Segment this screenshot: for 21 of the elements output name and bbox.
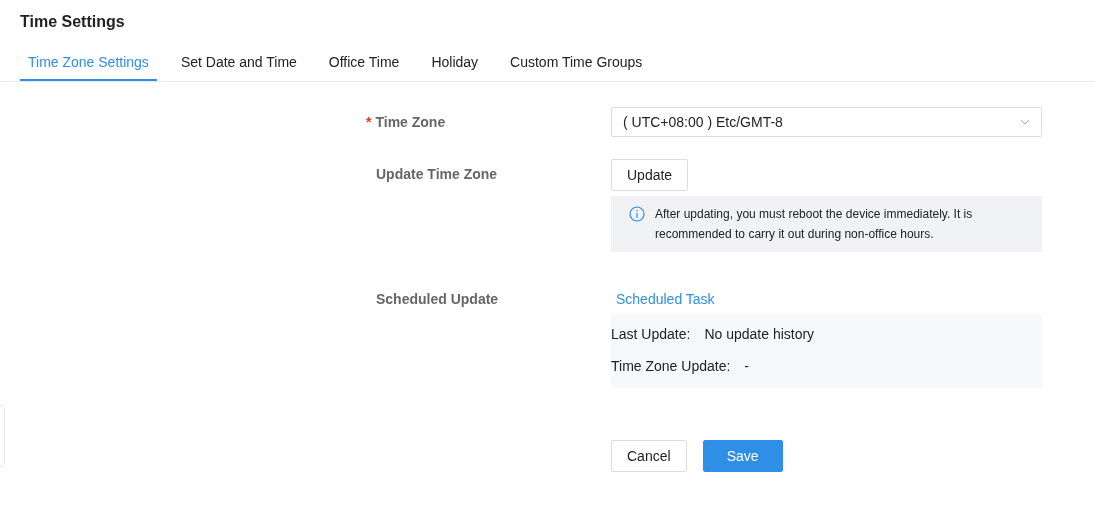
tab[interactable]: Time Zone Settings xyxy=(20,49,157,81)
detail-value: No update history xyxy=(704,325,815,344)
info-icon xyxy=(629,206,645,222)
tab[interactable]: Set Date and Time xyxy=(172,49,305,81)
notice-text: After updating, you must reboot the device immediately. It is recommended to carry it out during non-office hours. xyxy=(655,206,974,243)
time-zone-select[interactable]: ( UTC+08:00 ) Etc/GMT-8 xyxy=(611,107,1042,137)
cancel-button[interactable]: Cancel xyxy=(611,440,687,472)
update-button[interactable]: Update xyxy=(611,159,689,191)
field-label: Time Zone xyxy=(375,113,446,132)
field-label: Scheduled Update xyxy=(376,290,499,309)
tab[interactable]: Custom Time Groups xyxy=(502,49,651,81)
chevron-down-icon xyxy=(1020,119,1030,125)
tab[interactable]: Holiday xyxy=(423,49,487,81)
scheduled-task-link[interactable]: Scheduled Task xyxy=(616,284,715,314)
field-label: Update Time Zone xyxy=(376,165,498,184)
tab[interactable]: Office Time xyxy=(320,49,408,81)
detail-value: - xyxy=(744,357,749,376)
detail-label: Time Zone Update: xyxy=(611,357,731,376)
required-mark: * xyxy=(366,113,372,132)
page-title: Time Settings xyxy=(19,12,126,32)
detail-label: Last Update: xyxy=(611,325,691,344)
